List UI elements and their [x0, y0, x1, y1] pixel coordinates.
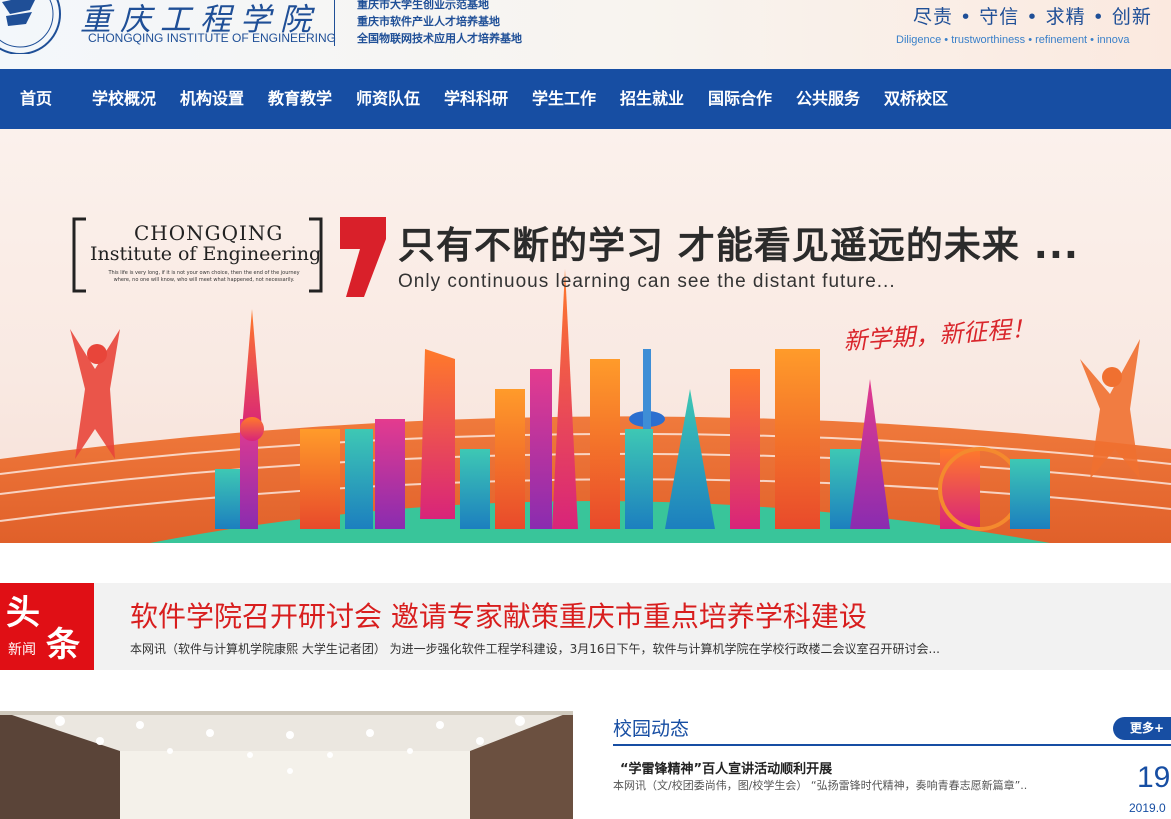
banner-slogan-cn: 只有不断的学习 才能看见遥远的未来 ...: [398, 224, 1079, 267]
headline-title-link[interactable]: 软件学院召开研讨会 邀请专家献策重庆市重点培养学科建设: [130, 595, 867, 635]
banner-slogan-en: Only continuous learning can see the dis…: [398, 271, 896, 292]
logo-divider: [334, 0, 335, 46]
badge-top-char: 头: [6, 593, 40, 633]
main-nav: 首页 学校概况 机构设置 教育教学 师资队伍 学科科研 学生工作 招生就业 国际…: [0, 69, 1171, 129]
school-emblem-icon[interactable]: [0, 0, 70, 54]
banner-brand-tagline: This life is very long, if it is not you…: [108, 270, 300, 283]
nav-item-shuangqiao[interactable]: 双桥校区: [884, 69, 948, 129]
banner-brand-institute: Institute of Engineering: [90, 243, 322, 265]
conference-photo[interactable]: [0, 711, 573, 819]
nav-item-education[interactable]: 教育教学: [268, 69, 332, 129]
badge-bottom-char: 条: [46, 625, 80, 665]
news-item-year-month: 2019.0: [1129, 801, 1166, 815]
more-button[interactable]: 更多+: [1113, 717, 1171, 740]
news-item-title[interactable]: “学雷锋精神”百人宣讲活动顺利开展: [620, 758, 832, 777]
base-item: 全国物联网技术应用人才培养基地: [357, 32, 522, 45]
headline-summary: 本网讯（软件与计算机学院康熙 大学生记者团） 为进一步强化软件工程学科建设，3月…: [130, 642, 940, 656]
news-item-summary: 本网讯（文/校团委尚伟，图/校学生会） “弘扬雷锋时代精神，奏响青春志愿新篇章”…: [613, 779, 1028, 792]
motto-en: Diligence • trustworthiness • refinement…: [896, 34, 1130, 46]
nav-item-overview[interactable]: 学校概况: [92, 69, 156, 129]
base-list: 重庆市大学生创业示范基地 重庆市软件产业人才培养基地 全国物联网技术应用人才培养…: [357, 0, 522, 47]
nav-item-organization[interactable]: 机构设置: [180, 69, 244, 129]
news-item-day: 19: [1137, 761, 1171, 794]
base-item: 重庆市大学生创业示范基地: [357, 0, 489, 11]
base-item: 重庆市软件产业人才培养基地: [357, 15, 500, 28]
headline-badge: 头 新闻 条: [0, 583, 94, 670]
hero-banner[interactable]: CHONGQING Institute of Engineering This …: [0, 129, 1171, 543]
banner-brand-chongqing: CHONGQING: [134, 221, 284, 245]
nav-item-research[interactable]: 学科科研: [444, 69, 508, 129]
nav-item-international[interactable]: 国际合作: [708, 69, 772, 129]
site-header: 重庆工程学院 CHONGQING INSTITUTE OF ENGINEERIN…: [0, 0, 1171, 69]
nav-item-student-affairs[interactable]: 学生工作: [532, 69, 596, 129]
nav-item-public-service[interactable]: 公共服务: [796, 69, 860, 129]
badge-news-label: 新闻: [8, 642, 36, 658]
nav-item-home[interactable]: 首页: [20, 69, 52, 129]
campus-news-divider: [613, 744, 1171, 746]
headline-news: 头 新闻 条 软件学院召开研讨会 邀请专家献策重庆市重点培养学科建设 本网讯（软…: [0, 583, 1171, 670]
meeting-room-image: [0, 711, 573, 819]
school-name-en: CHONGQING INSTITUTE OF ENGINEERING: [88, 31, 337, 45]
campus-news-title: 校园动态: [613, 718, 690, 740]
nav-item-faculty[interactable]: 师资队伍: [356, 69, 420, 129]
motto-cn: 尽责 • 守信 • 求精 • 创新: [913, 6, 1152, 28]
nav-item-admissions[interactable]: 招生就业: [620, 69, 684, 129]
